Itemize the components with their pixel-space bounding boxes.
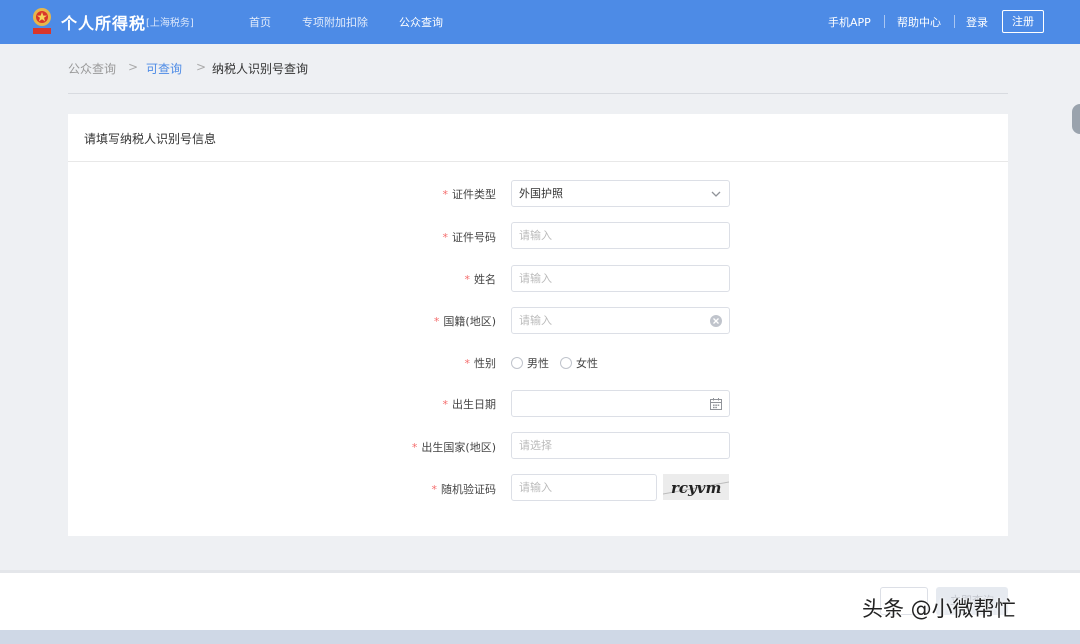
name-input[interactable]: 请输入 [511,265,730,292]
form-title: 请填写纳税人识别号信息 [84,132,217,146]
name-label: * 姓名 [464,273,497,286]
top-header: 个人所得税 [上海税务] 首页 专项附加扣除 公众查询 手机APP 帮助中心 登… [0,0,1080,44]
breadcrumb-divider [68,93,1008,94]
register-button[interactable]: 注册 [1002,10,1044,33]
birth-date-label: * 出生日期 [442,398,497,411]
captcha-image[interactable]: rcyvm [663,474,729,500]
breadcrumb-public-query[interactable]: 公众查询 [68,60,116,77]
nationality-input[interactable]: 请输入 [511,307,730,334]
tax-emblem-icon [33,8,51,34]
login-link[interactable]: 登录 [966,14,988,30]
id-type-select[interactable]: 外国护照 [511,180,730,207]
calendar-icon[interactable] [709,397,723,411]
birth-date-picker[interactable] [511,390,730,417]
region-badge: [上海税务] [146,18,194,29]
radio-circle-icon [511,357,523,369]
nav-public-query[interactable]: 公众查询 [399,14,443,30]
watermark-text: 头条 @小微帮忙 [862,597,1016,621]
id-number-label: * 证件号码 [442,231,497,244]
nationality-label: * 国籍(地区) [433,315,496,328]
id-type-label: * 证件类型 [442,188,497,201]
mobile-app-link[interactable]: 手机APP [828,14,871,30]
clear-icon[interactable] [709,314,723,328]
gender-female-radio[interactable]: 女性 [560,355,598,371]
id-number-input[interactable]: 请输入 [511,222,730,249]
footer-bottom-strip [0,630,1080,644]
nav-home[interactable]: 首页 [249,14,271,30]
gender-male-radio[interactable]: 男性 [511,355,549,371]
breadcrumb-current: 纳税人识别号查询 [212,62,309,76]
birth-country-label: * 出生国家(地区) [411,441,496,454]
captcha-noise-icon: rcyvm [663,474,729,500]
captcha-label: * 随机验证码 [431,483,497,496]
help-center-link[interactable]: 帮助中心 [897,14,941,30]
birth-country-select[interactable]: 请选择 [511,432,730,459]
header-separator [954,15,955,28]
header-separator [884,15,885,28]
brand-title[interactable]: 个人所得税 [61,10,146,34]
radio-circle-icon [560,357,572,369]
card-divider [68,161,1008,162]
chevron-down-icon [711,191,721,197]
captcha-text: rcyvm [671,479,721,497]
breadcrumb-separator: > [128,60,139,74]
breadcrumb-separator: > [196,60,207,74]
captcha-input[interactable]: 请输入 [511,474,657,501]
breadcrumb-can-query[interactable]: 可查询 [146,60,182,77]
gender-label: * 性别 [464,357,497,370]
nav-special-deduction[interactable]: 专项附加扣除 [302,14,368,30]
scroll-handle[interactable] [1072,104,1080,134]
